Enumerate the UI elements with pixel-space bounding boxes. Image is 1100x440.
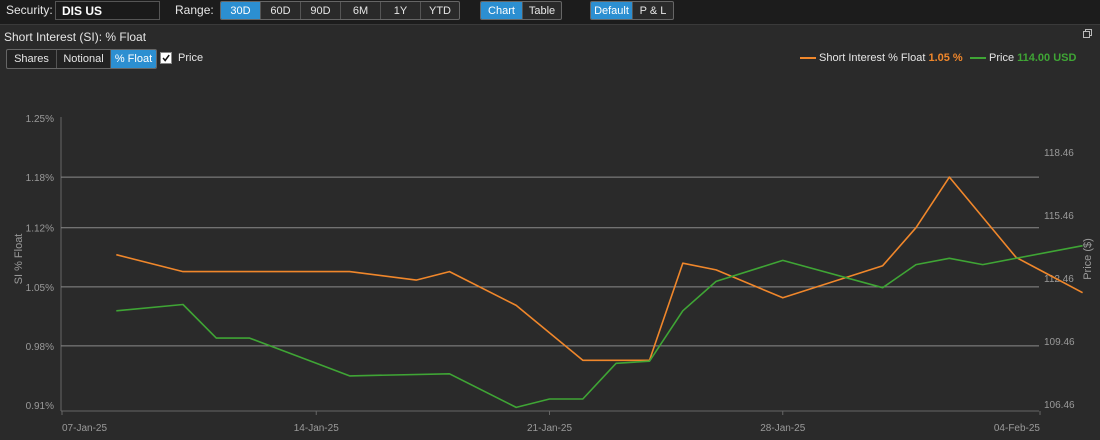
range-label: Range: — [175, 3, 214, 17]
y-right-tick-label: 115.46 — [1044, 211, 1074, 222]
mode-selector: Default P & L — [590, 1, 674, 20]
y-left-tick-label: 1.12% — [26, 224, 54, 235]
y-right-tick-label: 118.46 — [1044, 148, 1074, 159]
short-interest-chart: 1.25% 1.18% 1.12% 1.05% 0.98% 0.91% 118.46 115.… — [13, 114, 1094, 434]
range-90d-button[interactable]: 90D — [301, 2, 341, 19]
range-60d-button[interactable]: 60D — [261, 2, 301, 19]
price-series-line — [116, 244, 1083, 409]
range-6m-button[interactable]: 6M — [341, 2, 381, 19]
range-1y-button[interactable]: 1Y — [381, 2, 421, 19]
mode-pl-button[interactable]: P & L — [633, 2, 673, 19]
view-table-button[interactable]: Table — [523, 2, 561, 19]
range-ytd-button[interactable]: YTD — [421, 2, 459, 19]
top-toolbar: Security: DIS US Range: 30D 60D 90D 6M 1… — [0, 0, 1100, 22]
x-tick-label: 21-Jan-25 — [527, 423, 572, 434]
mode-default-button[interactable]: Default — [591, 2, 633, 19]
y-right-tick-label: 106.46 — [1044, 400, 1075, 411]
si-series-line — [116, 176, 1083, 362]
range-selector: 30D 60D 90D 6M 1Y YTD — [220, 1, 460, 20]
y-left-tick-label: 0.98% — [26, 342, 54, 353]
y-left-tick-label: 1.18% — [26, 173, 54, 184]
y-right-tick-label: 109.46 — [1044, 337, 1075, 348]
x-tick-label: 07-Jan-25 — [62, 423, 107, 434]
x-tick-label: 04-Feb-25 — [994, 423, 1041, 434]
range-30d-button[interactable]: 30D — [221, 2, 261, 19]
y-left-tick-label: 1.05% — [26, 283, 54, 294]
security-label: Security: — [6, 3, 53, 17]
view-chart-button[interactable]: Chart — [481, 2, 523, 19]
y-left-tick-label: 1.25% — [26, 114, 54, 125]
y-left-tick-label: 0.91% — [26, 401, 54, 412]
security-input[interactable]: DIS US — [55, 1, 160, 20]
y-left-axis-title: SI % Float — [13, 234, 25, 285]
x-tick-label: 14-Jan-25 — [294, 423, 339, 434]
view-selector: Chart Table — [480, 1, 562, 20]
x-tick-label: 28-Jan-25 — [760, 423, 805, 434]
y-right-axis-title: Price ($) — [1082, 238, 1094, 280]
